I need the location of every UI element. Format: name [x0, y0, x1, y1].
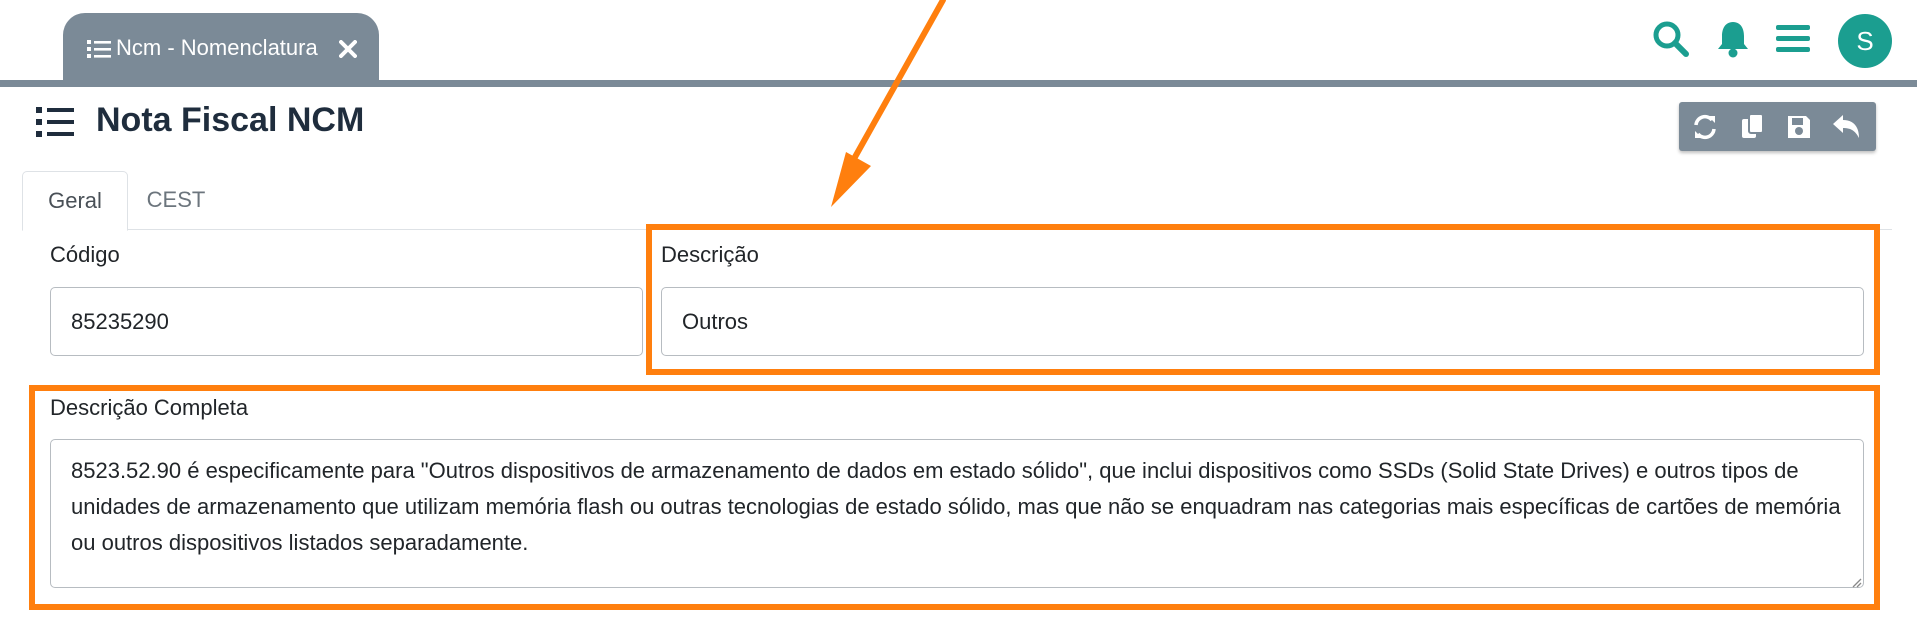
bell-icon[interactable]	[1716, 20, 1750, 63]
descricao-input[interactable]	[661, 287, 1864, 356]
top-bar-divider	[0, 80, 1917, 87]
save-icon[interactable]	[1785, 113, 1813, 146]
descricao-completa-textarea[interactable]: 8523.52.90 é especificamente para "Outro…	[50, 439, 1864, 588]
list-icon	[36, 106, 74, 143]
document-tab-label: Ncm - Nomenclatura	[116, 35, 318, 60]
tab-cest[interactable]: CEST	[130, 171, 222, 229]
descricao-label: Descrição	[661, 242, 759, 267]
top-bar: Ncm - Nomenclatura S	[0, 0, 1917, 81]
list-icon	[87, 39, 111, 64]
document-tab[interactable]: Ncm - Nomenclatura	[63, 13, 379, 81]
refresh-icon[interactable]	[1691, 113, 1719, 146]
resize-grip-icon[interactable]	[1851, 575, 1862, 593]
record-toolbar	[1679, 102, 1876, 151]
tab-geral[interactable]: Geral	[22, 171, 128, 231]
codigo-label: Código	[50, 242, 120, 267]
undo-icon[interactable]	[1831, 113, 1861, 146]
tabs-divider	[22, 229, 1892, 230]
close-icon[interactable]	[339, 40, 357, 63]
codigo-input[interactable]	[50, 287, 643, 356]
hamburger-menu-icon[interactable]	[1776, 24, 1810, 59]
user-avatar[interactable]: S	[1838, 14, 1892, 68]
descricao-completa-label: Descrição Completa	[50, 395, 249, 420]
page-title: Nota Fiscal NCM	[96, 101, 365, 139]
copy-icon[interactable]	[1739, 113, 1767, 146]
search-icon[interactable]	[1652, 20, 1690, 63]
